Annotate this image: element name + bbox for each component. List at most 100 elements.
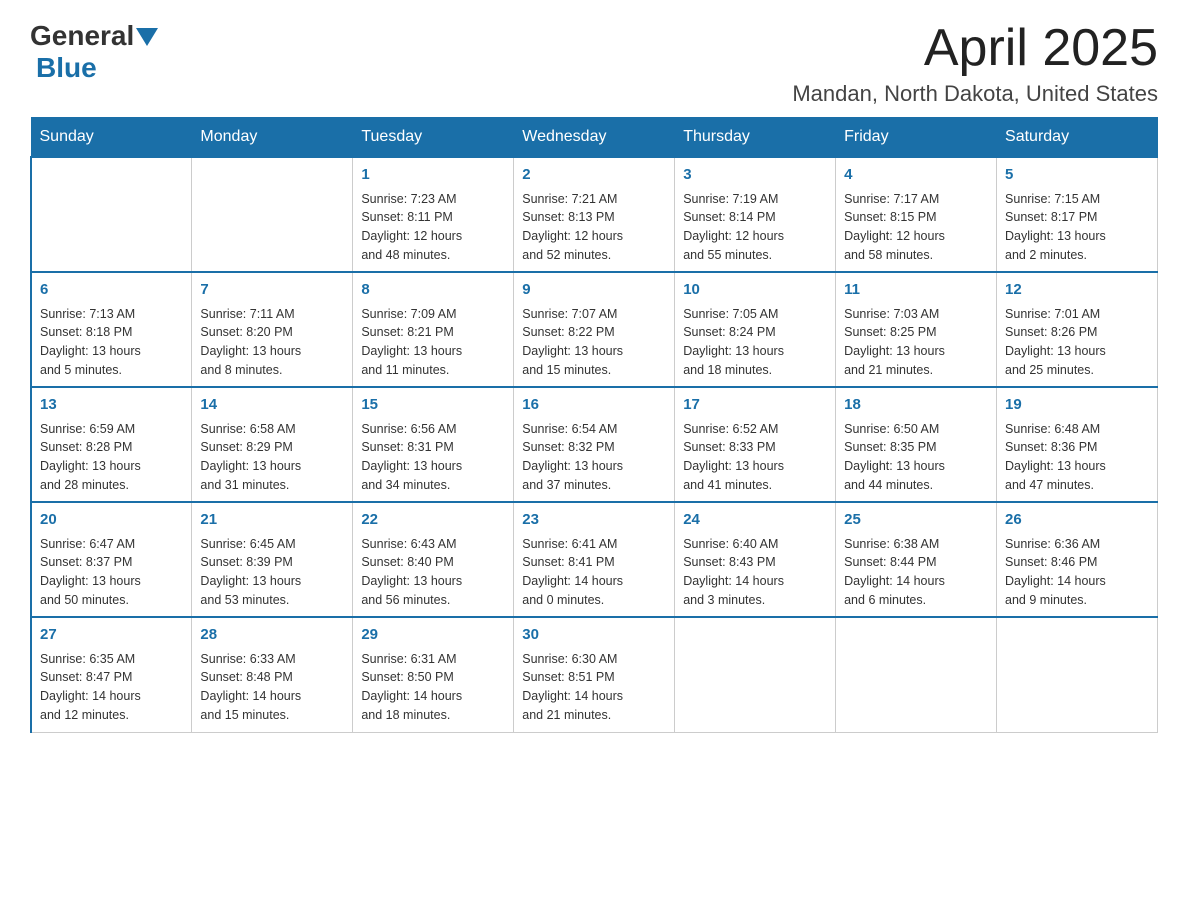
calendar-cell: 12 Sunrise: 7:01 AM Sunset: 8:26 PM Dayli… bbox=[997, 272, 1158, 387]
day-number: 8 bbox=[361, 279, 505, 302]
calendar-cell: 6Sunrise: 7:13 AM Sunset: 8:18 PM Daylig… bbox=[31, 272, 192, 387]
calendar-cell: 24 Sunrise: 6:40 AM Sunset: 8:43 PM Dayli… bbox=[675, 502, 836, 617]
calendar-cell bbox=[997, 617, 1158, 732]
day-number: 10 bbox=[683, 279, 827, 302]
day-info: Sunrise: 6:50 AM Sunset: 8:35 PM Dayligh… bbox=[844, 420, 988, 495]
logo-general-text: General bbox=[30, 20, 134, 52]
day-number: 7 bbox=[200, 279, 344, 302]
day-info: Sunrise: 6:40 AM Sunset: 8:43 PM Dayligh… bbox=[683, 535, 827, 610]
day-number: 21 bbox=[200, 509, 344, 532]
day-number: 2 bbox=[522, 164, 666, 187]
day-number: 30 bbox=[522, 624, 666, 647]
calendar-cell: 15 Sunrise: 6:56 AM Sunset: 8:31 PM Dayli… bbox=[353, 387, 514, 502]
day-info: Sunrise: 6:58 AM Sunset: 8:29 PM Dayligh… bbox=[200, 420, 344, 495]
day-header-saturday: Saturday bbox=[997, 118, 1158, 158]
day-info: Sunrise: 7:15 AM Sunset: 8:17 PM Dayligh… bbox=[1005, 190, 1149, 265]
day-header-thursday: Thursday bbox=[675, 118, 836, 158]
day-number: 12 bbox=[1005, 279, 1149, 302]
day-number: 19 bbox=[1005, 394, 1149, 417]
day-info: Sunrise: 6:45 AM Sunset: 8:39 PM Dayligh… bbox=[200, 535, 344, 610]
day-info: Sunrise: 7:21 AM Sunset: 8:13 PM Dayligh… bbox=[522, 190, 666, 265]
calendar-cell: 7 Sunrise: 7:11 AM Sunset: 8:20 PM Daylig… bbox=[192, 272, 353, 387]
day-info: Sunrise: 6:41 AM Sunset: 8:41 PM Dayligh… bbox=[522, 535, 666, 610]
day-number: 27 bbox=[40, 624, 183, 647]
day-info: Sunrise: 6:54 AM Sunset: 8:32 PM Dayligh… bbox=[522, 420, 666, 495]
day-info: Sunrise: 7:01 AM Sunset: 8:26 PM Dayligh… bbox=[1005, 305, 1149, 380]
calendar-cell: 3Sunrise: 7:19 AM Sunset: 8:14 PM Daylig… bbox=[675, 157, 836, 272]
day-header-sunday: Sunday bbox=[31, 118, 192, 158]
calendar-week-1: 1 Sunrise: 7:23 AM Sunset: 8:11 PM Daylig… bbox=[31, 157, 1158, 272]
day-number: 13 bbox=[40, 394, 183, 417]
calendar-cell: 2 Sunrise: 7:21 AM Sunset: 8:13 PM Daylig… bbox=[514, 157, 675, 272]
logo-blue-text: Blue bbox=[36, 52, 97, 83]
day-number: 15 bbox=[361, 394, 505, 417]
day-number: 6 bbox=[40, 279, 183, 302]
day-header-tuesday: Tuesday bbox=[353, 118, 514, 158]
days-of-week-row: SundayMondayTuesdayWednesdayThursdayFrid… bbox=[31, 118, 1158, 158]
day-number: 29 bbox=[361, 624, 505, 647]
calendar-header: SundayMondayTuesdayWednesdayThursdayFrid… bbox=[31, 118, 1158, 158]
day-number: 11 bbox=[844, 279, 988, 302]
day-number: 4 bbox=[844, 164, 988, 187]
day-info: Sunrise: 7:11 AM Sunset: 8:20 PM Dayligh… bbox=[200, 305, 344, 380]
calendar-cell: 27 Sunrise: 6:35 AM Sunset: 8:47 PM Dayli… bbox=[31, 617, 192, 732]
day-number: 17 bbox=[683, 394, 827, 417]
calendar-cell: 11 Sunrise: 7:03 AM Sunset: 8:25 PM Dayli… bbox=[836, 272, 997, 387]
calendar-cell: 10Sunrise: 7:05 AM Sunset: 8:24 PM Dayli… bbox=[675, 272, 836, 387]
calendar-cell: 21 Sunrise: 6:45 AM Sunset: 8:39 PM Dayli… bbox=[192, 502, 353, 617]
calendar-cell: 28 Sunrise: 6:33 AM Sunset: 8:48 PM Dayli… bbox=[192, 617, 353, 732]
day-info: Sunrise: 6:59 AM Sunset: 8:28 PM Dayligh… bbox=[40, 420, 183, 495]
day-info: Sunrise: 6:48 AM Sunset: 8:36 PM Dayligh… bbox=[1005, 420, 1149, 495]
page-title: April 2025 bbox=[792, 20, 1158, 77]
logo: General Blue bbox=[30, 20, 158, 84]
calendar-cell: 9 Sunrise: 7:07 AM Sunset: 8:22 PM Daylig… bbox=[514, 272, 675, 387]
day-number: 24 bbox=[683, 509, 827, 532]
calendar-cell: 5 Sunrise: 7:15 AM Sunset: 8:17 PM Daylig… bbox=[997, 157, 1158, 272]
day-info: Sunrise: 6:52 AM Sunset: 8:33 PM Dayligh… bbox=[683, 420, 827, 495]
day-number: 5 bbox=[1005, 164, 1149, 187]
day-info: Sunrise: 7:17 AM Sunset: 8:15 PM Dayligh… bbox=[844, 190, 988, 265]
day-info: Sunrise: 7:09 AM Sunset: 8:21 PM Dayligh… bbox=[361, 305, 505, 380]
calendar-week-4: 20Sunrise: 6:47 AM Sunset: 8:37 PM Dayli… bbox=[31, 502, 1158, 617]
day-info: Sunrise: 6:33 AM Sunset: 8:48 PM Dayligh… bbox=[200, 650, 344, 725]
calendar-cell: 20Sunrise: 6:47 AM Sunset: 8:37 PM Dayli… bbox=[31, 502, 192, 617]
calendar-cell: 22 Sunrise: 6:43 AM Sunset: 8:40 PM Dayli… bbox=[353, 502, 514, 617]
calendar-cell bbox=[31, 157, 192, 272]
page-subtitle: Mandan, North Dakota, United States bbox=[792, 81, 1158, 107]
day-number: 14 bbox=[200, 394, 344, 417]
day-info: Sunrise: 7:03 AM Sunset: 8:25 PM Dayligh… bbox=[844, 305, 988, 380]
day-number: 9 bbox=[522, 279, 666, 302]
calendar-cell: 13 Sunrise: 6:59 AM Sunset: 8:28 PM Dayli… bbox=[31, 387, 192, 502]
calendar-cell: 4 Sunrise: 7:17 AM Sunset: 8:15 PM Daylig… bbox=[836, 157, 997, 272]
day-info: Sunrise: 7:07 AM Sunset: 8:22 PM Dayligh… bbox=[522, 305, 666, 380]
calendar-cell: 8 Sunrise: 7:09 AM Sunset: 8:21 PM Daylig… bbox=[353, 272, 514, 387]
day-number: 22 bbox=[361, 509, 505, 532]
day-info: Sunrise: 6:35 AM Sunset: 8:47 PM Dayligh… bbox=[40, 650, 183, 725]
calendar-body: 1 Sunrise: 7:23 AM Sunset: 8:11 PM Daylig… bbox=[31, 157, 1158, 732]
day-info: Sunrise: 7:23 AM Sunset: 8:11 PM Dayligh… bbox=[361, 190, 505, 265]
calendar-cell bbox=[836, 617, 997, 732]
day-info: Sunrise: 6:43 AM Sunset: 8:40 PM Dayligh… bbox=[361, 535, 505, 610]
day-info: Sunrise: 6:36 AM Sunset: 8:46 PM Dayligh… bbox=[1005, 535, 1149, 610]
day-number: 1 bbox=[361, 164, 505, 187]
day-info: Sunrise: 6:38 AM Sunset: 8:44 PM Dayligh… bbox=[844, 535, 988, 610]
title-block: April 2025 Mandan, North Dakota, United … bbox=[792, 20, 1158, 107]
calendar-cell: 23Sunrise: 6:41 AM Sunset: 8:41 PM Dayli… bbox=[514, 502, 675, 617]
day-number: 18 bbox=[844, 394, 988, 417]
calendar-cell: 17 Sunrise: 6:52 AM Sunset: 8:33 PM Dayli… bbox=[675, 387, 836, 502]
day-header-monday: Monday bbox=[192, 118, 353, 158]
day-info: Sunrise: 6:31 AM Sunset: 8:50 PM Dayligh… bbox=[361, 650, 505, 725]
calendar-cell: 18 Sunrise: 6:50 AM Sunset: 8:35 PM Dayli… bbox=[836, 387, 997, 502]
calendar-table: SundayMondayTuesdayWednesdayThursdayFrid… bbox=[30, 117, 1158, 733]
calendar-week-2: 6Sunrise: 7:13 AM Sunset: 8:18 PM Daylig… bbox=[31, 272, 1158, 387]
calendar-cell: 25 Sunrise: 6:38 AM Sunset: 8:44 PM Dayli… bbox=[836, 502, 997, 617]
day-info: Sunrise: 6:56 AM Sunset: 8:31 PM Dayligh… bbox=[361, 420, 505, 495]
calendar-week-5: 27 Sunrise: 6:35 AM Sunset: 8:47 PM Dayli… bbox=[31, 617, 1158, 732]
day-number: 25 bbox=[844, 509, 988, 532]
day-number: 26 bbox=[1005, 509, 1149, 532]
day-info: Sunrise: 6:47 AM Sunset: 8:37 PM Dayligh… bbox=[40, 535, 183, 610]
logo-arrow-icon bbox=[136, 28, 158, 48]
calendar-cell: 30Sunrise: 6:30 AM Sunset: 8:51 PM Dayli… bbox=[514, 617, 675, 732]
day-number: 28 bbox=[200, 624, 344, 647]
day-info: Sunrise: 7:19 AM Sunset: 8:14 PM Dayligh… bbox=[683, 190, 827, 265]
